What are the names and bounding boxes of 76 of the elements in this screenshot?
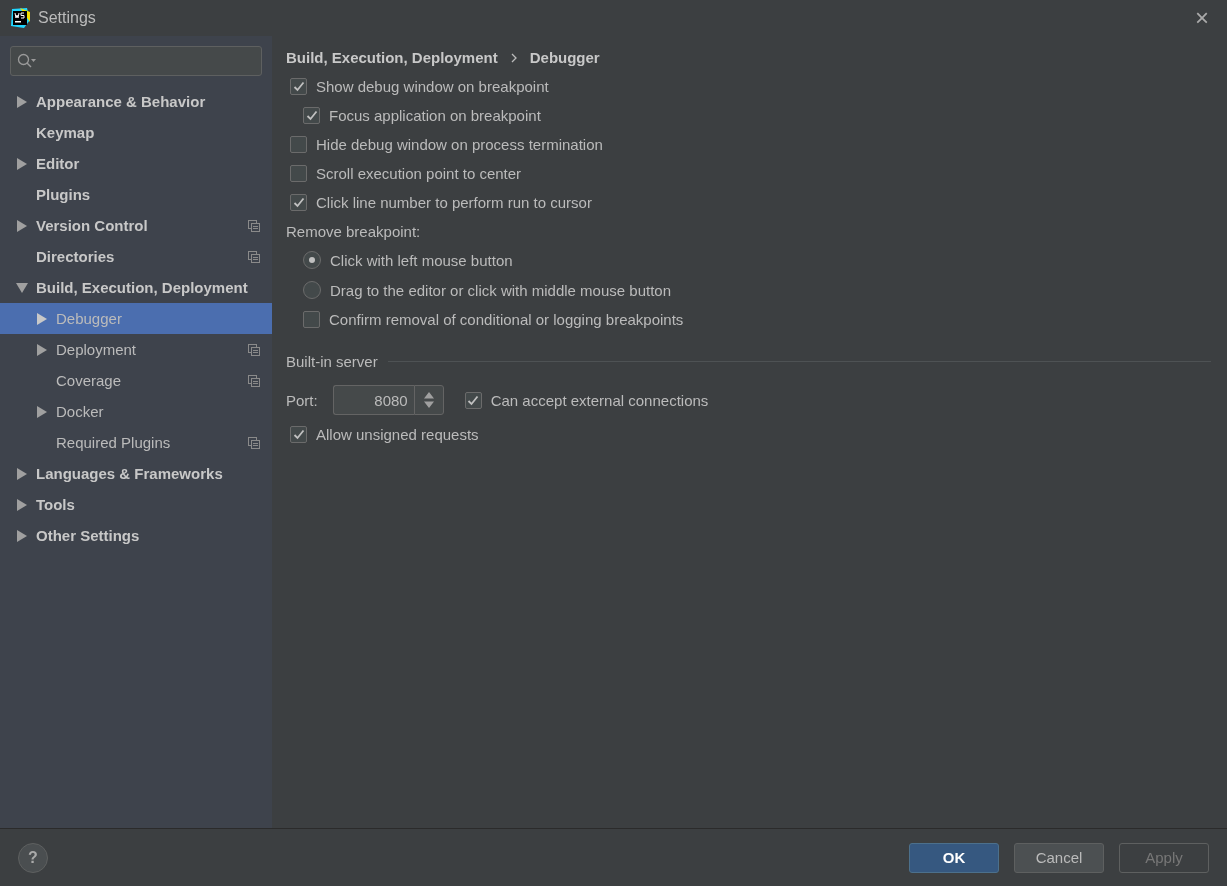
search-icon (17, 53, 37, 69)
tree-label: Build, Execution, Deployment (36, 279, 249, 296)
checkbox[interactable] (290, 78, 307, 95)
expanded-arrow-icon[interactable] (16, 281, 28, 294)
tree-item[interactable]: Editor (0, 148, 272, 179)
tree-item[interactable]: Plugins (0, 179, 272, 210)
collapsed-arrow-icon[interactable] (36, 312, 48, 325)
collapsed-arrow-icon[interactable] (36, 405, 48, 418)
collapsed-arrow-icon[interactable] (16, 95, 28, 108)
search-field[interactable] (10, 46, 262, 76)
port-field[interactable]: 8080 (332, 385, 414, 415)
app-logo-icon (10, 8, 30, 28)
collapsed-arrow-icon[interactable] (16, 467, 28, 480)
tree-item[interactable]: Docker (0, 396, 272, 427)
checkbox[interactable] (303, 311, 320, 328)
tree-label: Version Control (36, 217, 149, 234)
collapsed-arrow-icon[interactable] (36, 343, 48, 356)
option-label: Confirm removal of conditional or logging breakpoints (329, 311, 684, 328)
collapsed-arrow-icon[interactable] (16, 529, 28, 542)
tree-label: Docker (56, 403, 105, 420)
tree-label: Debugger (56, 310, 123, 327)
tree-label: Coverage (56, 372, 123, 389)
tree-label: Other Settings (36, 527, 141, 544)
radio-button[interactable] (303, 251, 321, 269)
tree-item[interactable]: Directories (0, 241, 272, 272)
tree-item[interactable]: Keymap (0, 117, 272, 148)
group-label: Remove breakpoint: (286, 222, 421, 240)
primary-button[interactable]: OK (909, 842, 999, 873)
tree-label: Directories (36, 248, 116, 265)
tree-item[interactable]: Tools (0, 489, 272, 520)
checkbox[interactable] (290, 194, 307, 211)
option-label: Hide debug window on process termination (316, 136, 603, 153)
radio-button[interactable] (303, 281, 321, 299)
tree-label: Tools (36, 496, 76, 513)
tree-label: Keymap (36, 124, 96, 141)
collapsed-arrow-icon[interactable] (16, 219, 28, 232)
tree-label: Editor (36, 155, 81, 172)
tree-item[interactable]: Appearance & Behavior (0, 86, 272, 117)
tree-label: Appearance & Behavior (36, 93, 207, 110)
checkbox[interactable] (464, 391, 482, 409)
option-label: Focus application on breakpoint (329, 107, 541, 124)
checkbox[interactable] (290, 165, 307, 182)
breadcrumb-item: Build, Execution, Deployment (286, 49, 498, 66)
option-label: Show debug window on breakpoint (316, 78, 549, 95)
tree-item[interactable]: Coverage (0, 365, 272, 396)
tree-item[interactable]: Required Plugins (0, 427, 272, 458)
checkbox[interactable] (303, 107, 320, 124)
tree-item[interactable]: Other Settings (0, 520, 272, 551)
tree-item[interactable]: Languages & Frameworks (0, 458, 272, 489)
option-label: Scroll execution point to center (316, 165, 522, 182)
collapsed-arrow-icon[interactable] (16, 157, 28, 170)
option-label: Allow unsigned requests (316, 426, 479, 443)
option-label: Can accept external connections (490, 391, 709, 409)
option-label: Click line number to perform run to cursor (316, 194, 592, 211)
option-label: Click with left mouse button (330, 251, 513, 269)
port-label: Port: (286, 391, 318, 409)
collapsed-arrow-icon[interactable] (16, 498, 28, 511)
tree-label: Deployment (56, 341, 138, 358)
help-button[interactable]: ? (18, 842, 48, 873)
window-title: Settings (38, 9, 97, 27)
tree-label: Required Plugins (56, 434, 172, 451)
spinner-arrows-icon (422, 391, 435, 409)
option-label: Drag to the editor or click with middle mouse button (330, 281, 671, 299)
tree-label: Languages & Frameworks (36, 465, 224, 482)
checkbox[interactable] (290, 426, 307, 443)
tree-item[interactable]: Deployment (0, 334, 272, 365)
tree-item[interactable]: Build, Execution, Deployment (0, 272, 272, 303)
chevron-icon (509, 52, 518, 63)
spinner-button[interactable] (413, 385, 444, 415)
close-button[interactable]: × (1195, 6, 1209, 30)
dialog-button[interactable]: Cancel (1014, 842, 1104, 873)
tree-label: Plugins (36, 186, 92, 203)
tree-item[interactable]: Version Control (0, 210, 272, 241)
section-title: Built-in server (286, 352, 378, 370)
checkbox[interactable] (290, 136, 307, 153)
breadcrumb-item: Debugger (529, 49, 600, 66)
